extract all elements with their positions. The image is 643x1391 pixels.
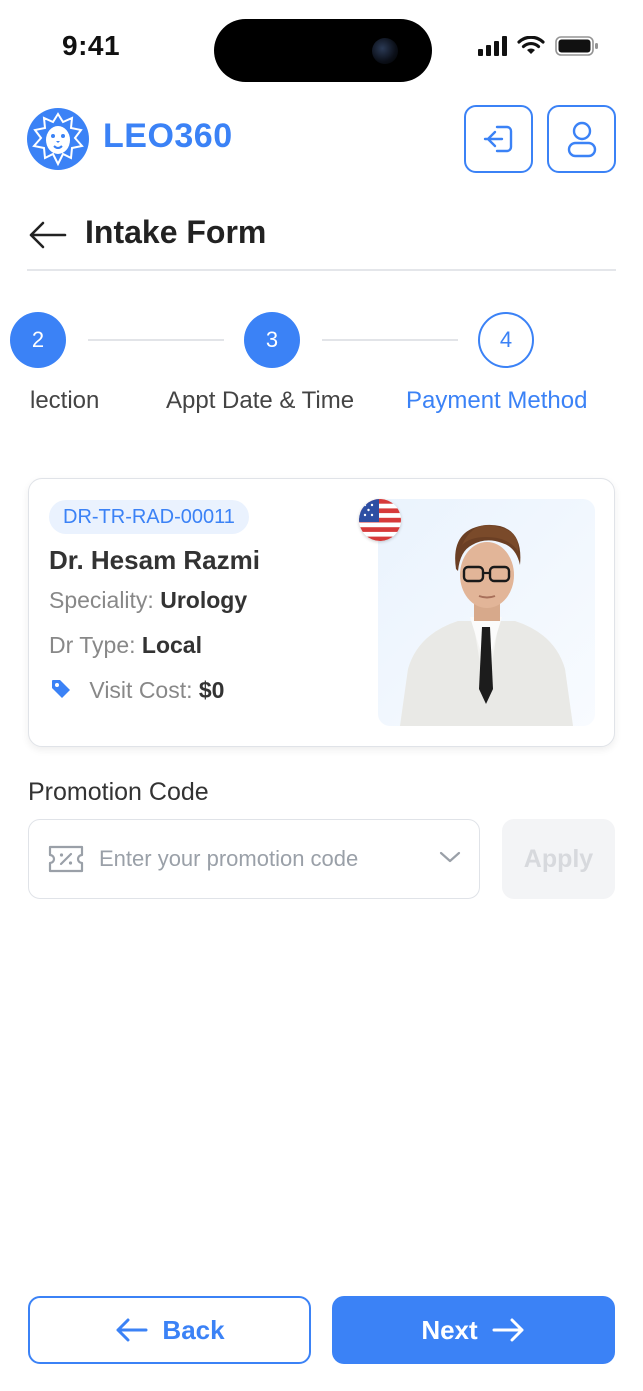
page-title: Intake Form	[85, 214, 267, 250]
step-4-label: Payment Method	[406, 387, 588, 414]
step-2-label: lection	[30, 387, 100, 414]
step-4-circle[interactable]: 4	[478, 312, 534, 368]
doctor-type: Dr Type: Local	[49, 632, 202, 659]
phone-screen: 9:41 LEO360 Intake Form 2 3 4 lection Ap…	[0, 0, 643, 1391]
camera-icon	[372, 38, 398, 64]
speciality-value: Urology	[160, 587, 248, 613]
step-3-circle[interactable]: 3	[244, 312, 300, 368]
speciality-label: Speciality:	[49, 587, 154, 613]
type-label: Dr Type:	[49, 632, 136, 658]
apply-button[interactable]: Apply	[502, 819, 615, 899]
arrow-right-icon	[492, 1318, 524, 1342]
step-connector	[322, 339, 458, 341]
login-icon	[483, 125, 512, 153]
status-icons	[478, 36, 599, 56]
back-arrow-icon[interactable]	[27, 218, 67, 252]
status-time: 9:41	[62, 30, 121, 61]
arrow-left-icon	[116, 1318, 148, 1342]
profile-button[interactable]	[547, 105, 616, 173]
title-divider	[27, 269, 616, 271]
brand-name: LEO360	[103, 117, 233, 155]
next-button[interactable]: Next	[332, 1296, 615, 1364]
step-connector	[88, 339, 224, 341]
ticket-icon	[48, 845, 84, 873]
login-button[interactable]	[464, 105, 533, 173]
type-value: Local	[141, 632, 202, 658]
signal-icon	[478, 36, 507, 56]
cost-label: Visit Cost:	[89, 677, 193, 703]
next-button-label: Next	[421, 1314, 478, 1345]
step-3-label: Appt Date & Time	[166, 387, 355, 414]
stepper: 2 3 4 lection Appt Date & Time Payment M…	[0, 300, 643, 430]
us-flag-icon	[359, 499, 401, 541]
back-button-label: Back	[162, 1314, 225, 1345]
doctor-name: Dr. Hesam Razmi	[49, 545, 260, 575]
promotion-code-label: Promotion Code	[28, 778, 209, 806]
dynamic-island	[214, 19, 432, 82]
title-row: Intake Form	[27, 210, 616, 260]
wifi-icon	[517, 36, 545, 54]
app-header: LEO360	[27, 105, 616, 173]
back-button[interactable]: Back	[28, 1296, 311, 1364]
cost-value: $0	[198, 677, 225, 703]
promotion-code-input[interactable]	[99, 836, 429, 882]
visit-cost: Visit Cost: $0	[49, 677, 224, 704]
doctor-speciality: Speciality: Urology	[49, 587, 247, 614]
user-icon	[567, 121, 596, 158]
battery-icon	[555, 36, 598, 56]
doctor-card[interactable]: DR-TR-RAD-00011 Dr. Hesam Razmi Speciali…	[28, 478, 615, 747]
chevron-down-icon[interactable]	[439, 850, 461, 864]
price-tag-icon	[52, 680, 70, 698]
lion-logo-icon	[27, 108, 89, 170]
promotion-code-field[interactable]	[28, 819, 480, 899]
doctor-id-badge: DR-TR-RAD-00011	[49, 500, 249, 534]
doctor-photo	[378, 499, 595, 726]
step-2-circle[interactable]: 2	[10, 312, 66, 368]
